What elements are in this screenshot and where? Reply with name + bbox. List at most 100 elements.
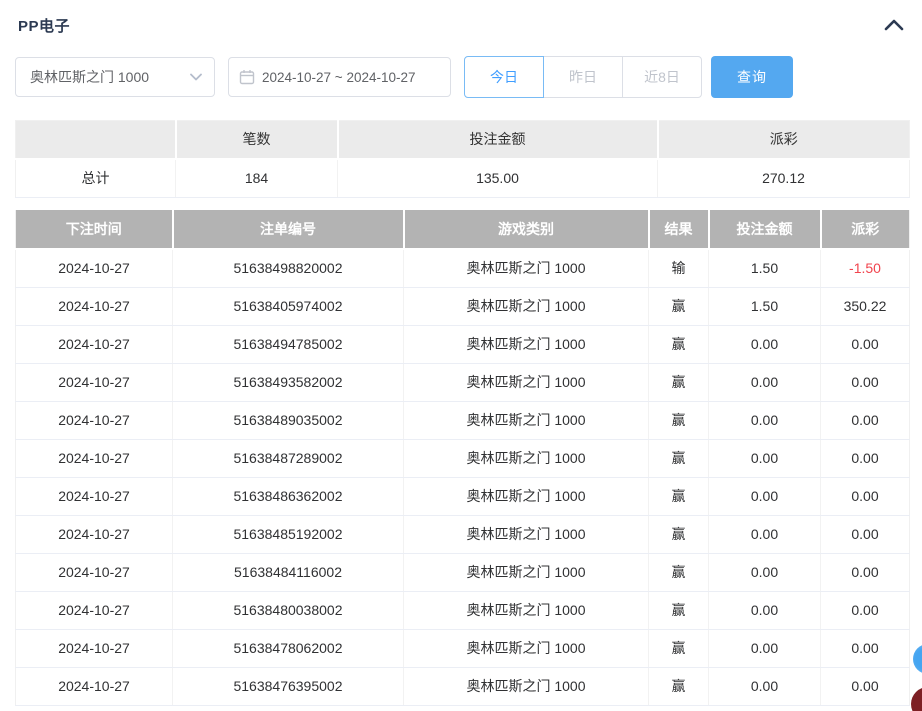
- cell-result: 赢: [649, 553, 709, 591]
- cell-payout: 350.22: [821, 287, 910, 325]
- table-row: 2024-10-27 51638494785002 奥林匹斯之门 1000 赢 …: [16, 325, 910, 363]
- cell-bet-time: 2024-10-27: [16, 553, 173, 591]
- cell-payout: 0.00: [821, 591, 910, 629]
- cell-game-category: 奥林匹斯之门 1000: [404, 363, 649, 401]
- cell-game-category: 奥林匹斯之门 1000: [404, 515, 649, 553]
- cell-payout: 0.00: [821, 515, 910, 553]
- header-payout: 派彩: [821, 210, 910, 249]
- cell-game-category: 奥林匹斯之门 1000: [404, 325, 649, 363]
- cell-bet-id: 51638498820002: [173, 249, 404, 287]
- cell-bet-amount: 0.00: [709, 515, 821, 553]
- cell-result: 赢: [649, 629, 709, 667]
- header-bet-id: 注单编号: [173, 210, 404, 249]
- panel-header: PP电子: [15, 10, 910, 40]
- cell-bet-id: 51638494785002: [173, 325, 404, 363]
- cell-bet-amount: 0.00: [709, 401, 821, 439]
- cell-result: 赢: [649, 287, 709, 325]
- cell-result: 赢: [649, 363, 709, 401]
- game-select-value: 奥林匹斯之门 1000: [30, 67, 149, 87]
- cell-bet-time: 2024-10-27: [16, 287, 173, 325]
- header-game-category: 游戏类别: [404, 210, 649, 249]
- filter-row: 奥林匹斯之门 1000 2024-10-27 ~ 2024-10-27 今日 昨…: [15, 56, 910, 98]
- cell-bet-amount: 0.00: [709, 553, 821, 591]
- table-row: 2024-10-27 51638476395002 奥林匹斯之门 1000 赢 …: [16, 667, 910, 705]
- caret-down-icon: [190, 73, 202, 81]
- summary-total-bet-amount: 135.00: [338, 159, 658, 198]
- date-range-picker[interactable]: 2024-10-27 ~ 2024-10-27: [228, 57, 451, 97]
- search-button[interactable]: 查询: [711, 56, 793, 98]
- cell-payout: 0.00: [821, 667, 910, 705]
- cell-bet-id: 51638484116002: [173, 553, 404, 591]
- cell-result: 赢: [649, 401, 709, 439]
- cell-bet-time: 2024-10-27: [16, 363, 173, 401]
- cell-bet-amount: 0.00: [709, 325, 821, 363]
- cell-bet-amount: 0.00: [709, 363, 821, 401]
- cell-bet-time: 2024-10-27: [16, 249, 173, 287]
- cell-bet-amount: 0.00: [709, 439, 821, 477]
- cell-payout: -1.50: [821, 249, 910, 287]
- records-header-row: 下注时间 注单编号 游戏类别 结果 投注金额 派彩: [16, 210, 910, 249]
- cell-bet-id: 51638493582002: [173, 363, 404, 401]
- cell-bet-amount: 0.00: [709, 591, 821, 629]
- cell-payout: 0.00: [821, 363, 910, 401]
- table-row: 2024-10-27 51638486362002 奥林匹斯之门 1000 赢 …: [16, 477, 910, 515]
- cell-bet-time: 2024-10-27: [16, 515, 173, 553]
- cell-bet-time: 2024-10-27: [16, 325, 173, 363]
- cell-bet-id: 51638478062002: [173, 629, 404, 667]
- table-row: 2024-10-27 51638480038002 奥林匹斯之门 1000 赢 …: [16, 591, 910, 629]
- cell-game-category: 奥林匹斯之门 1000: [404, 667, 649, 705]
- table-row: 2024-10-27 51638405974002 奥林匹斯之门 1000 赢 …: [16, 287, 910, 325]
- header-bet-amount: 投注金额: [709, 210, 821, 249]
- table-row: 2024-10-27 51638498820002 奥林匹斯之门 1000 输 …: [16, 249, 910, 287]
- cell-payout: 0.00: [821, 325, 910, 363]
- blue-float-button[interactable]: [913, 644, 922, 674]
- summary-total-label: 总计: [16, 159, 176, 198]
- cell-bet-amount: 0.00: [709, 667, 821, 705]
- cell-bet-id: 51638476395002: [173, 667, 404, 705]
- cell-result: 赢: [649, 477, 709, 515]
- cell-bet-time: 2024-10-27: [16, 629, 173, 667]
- summary-header-count: 笔数: [176, 121, 338, 159]
- cell-bet-amount: 1.50: [709, 287, 821, 325]
- summary-table: 笔数 投注金额 派彩 总计 184 135.00 270.12: [15, 120, 910, 198]
- header-result: 结果: [649, 210, 709, 249]
- cell-bet-amount: 0.00: [709, 477, 821, 515]
- game-select[interactable]: 奥林匹斯之门 1000: [15, 57, 215, 97]
- table-row: 2024-10-27 51638493582002 奥林匹斯之门 1000 赢 …: [16, 363, 910, 401]
- cell-bet-id: 51638485192002: [173, 515, 404, 553]
- cell-game-category: 奥林匹斯之门 1000: [404, 629, 649, 667]
- cell-game-category: 奥林匹斯之门 1000: [404, 553, 649, 591]
- today-button[interactable]: 今日: [464, 56, 544, 98]
- cell-payout: 0.00: [821, 401, 910, 439]
- table-row: 2024-10-27 51638484116002 奥林匹斯之门 1000 赢 …: [16, 553, 910, 591]
- table-row: 2024-10-27 51638487289002 奥林匹斯之门 1000 赢 …: [16, 439, 910, 477]
- pp-electronic-panel: PP电子 奥林匹斯之门 1000: [0, 0, 922, 706]
- cell-game-category: 奥林匹斯之门 1000: [404, 287, 649, 325]
- summary-header-row: 笔数 投注金额 派彩: [16, 121, 910, 159]
- red-float-button[interactable]: [911, 687, 922, 711]
- cell-payout: 0.00: [821, 553, 910, 591]
- cell-payout: 0.00: [821, 629, 910, 667]
- summary-header-empty: [16, 121, 176, 159]
- table-row: 2024-10-27 51638489035002 奥林匹斯之门 1000 赢 …: [16, 401, 910, 439]
- bet-records-table: 下注时间 注单编号 游戏类别 结果 投注金额 派彩 2024-10-27 516…: [15, 210, 910, 706]
- cell-bet-id: 51638489035002: [173, 401, 404, 439]
- cell-bet-time: 2024-10-27: [16, 439, 173, 477]
- header-bet-time: 下注时间: [16, 210, 173, 249]
- cell-bet-time: 2024-10-27: [16, 591, 173, 629]
- cell-bet-amount: 1.50: [709, 249, 821, 287]
- last-8-days-button[interactable]: 近8日: [622, 56, 702, 98]
- summary-header-bet-amount: 投注金额: [338, 121, 658, 159]
- quick-date-buttons: 今日 昨日 近8日: [464, 56, 702, 98]
- cell-game-category: 奥林匹斯之门 1000: [404, 439, 649, 477]
- cell-result: 赢: [649, 515, 709, 553]
- date-range-value: 2024-10-27 ~ 2024-10-27: [262, 70, 416, 85]
- cell-bet-time: 2024-10-27: [16, 667, 173, 705]
- summary-total-row: 总计 184 135.00 270.12: [16, 159, 910, 198]
- yesterday-button[interactable]: 昨日: [543, 56, 623, 98]
- cell-bet-id: 51638405974002: [173, 287, 404, 325]
- summary-header-payout: 派彩: [658, 121, 910, 159]
- collapse-panel-button[interactable]: [881, 14, 907, 36]
- cell-bet-id: 51638486362002: [173, 477, 404, 515]
- cell-result: 输: [649, 249, 709, 287]
